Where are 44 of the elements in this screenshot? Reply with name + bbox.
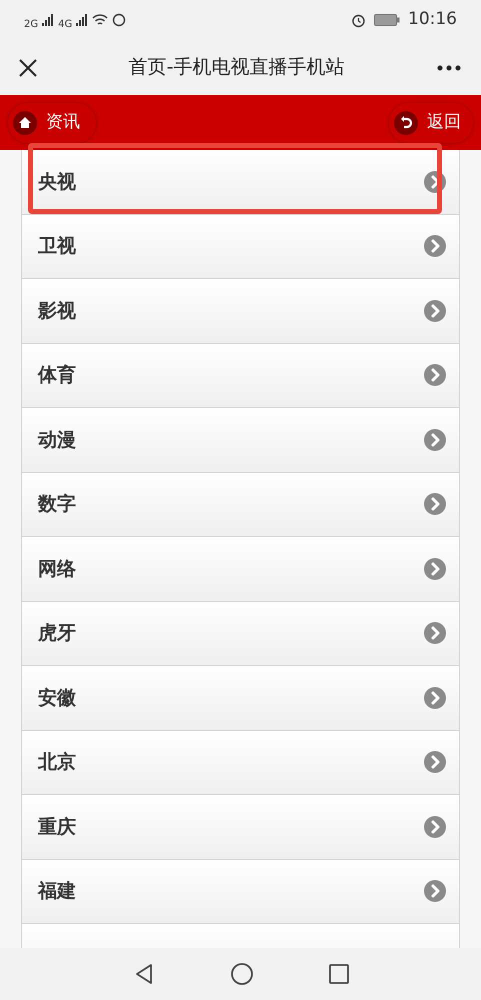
page-title: 首页-手机电视直播手机站 [128,55,346,80]
home-nav-button[interactable] [230,962,254,986]
category-item[interactable]: 央视 [22,150,459,214]
chevron-icon [423,621,447,646]
chevron-icon [423,750,447,774]
category-item[interactable]: 重庆 [22,795,459,860]
recents-icon [328,964,348,984]
more-icon [437,64,461,70]
chevron-icon [423,170,447,194]
clock-time: 10:16 [408,8,457,32]
category-item[interactable]: 虎牙 [22,602,459,666]
category-item[interactable]: 网络 [22,537,459,602]
category-item[interactable]: 福建 [22,860,459,924]
recents-nav-button[interactable] [328,964,348,984]
close-icon [18,58,38,78]
category-item[interactable]: 安徽 [22,666,459,730]
chevron-icon [423,686,447,710]
undo-icon [393,110,419,136]
alarm-icon [351,12,366,28]
chevron-icon [423,363,447,388]
home-icon [230,962,254,986]
network-label: 2G [24,18,38,32]
back-button[interactable]: 返回 [389,102,473,142]
chevron-icon [423,492,447,516]
category-item[interactable]: 动漫 [22,408,459,472]
category-item[interactable]: 北京 [22,730,459,795]
chevron-icon [423,234,447,258]
category-item[interactable]: 卫视 [22,214,459,279]
signal-icon [42,14,54,26]
category-item[interactable]: 数字 [22,472,459,537]
home-icon [12,110,38,136]
category-item[interactable]: 影视 [22,279,459,344]
circle-icon [112,13,126,27]
chevron-icon [423,298,447,323]
chevron-icon [423,814,447,839]
chevron-icon [423,428,447,452]
news-button[interactable]: 资讯 [8,102,96,142]
network-label: 4G [58,18,72,32]
chevron-icon [423,556,447,581]
category-item[interactable]: 体育 [22,344,459,408]
wifi-icon [92,14,108,26]
signal-icon [76,14,88,26]
chevron-icon [423,879,447,904]
battery-icon [374,14,400,26]
